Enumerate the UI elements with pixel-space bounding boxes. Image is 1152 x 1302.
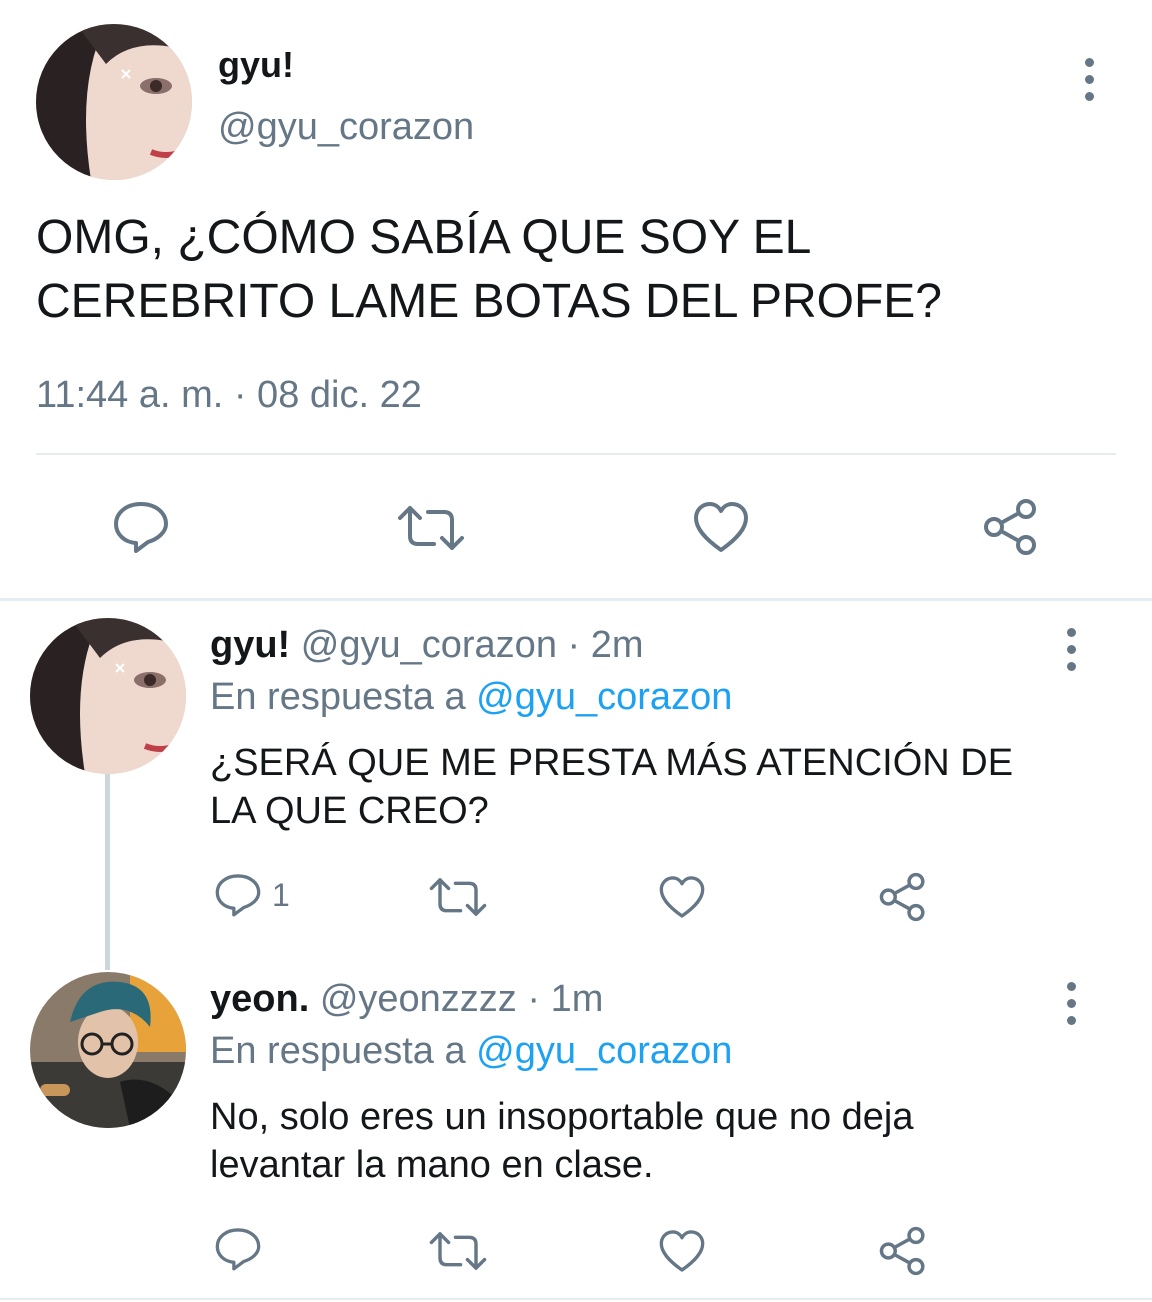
main-tweet-divider [36,453,1116,455]
reply1-more-icon[interactable] [1063,628,1079,671]
main-tweet-more-icon[interactable] [1081,58,1097,101]
main-reply-button[interactable] [112,500,170,554]
bottom-divider [0,1298,1152,1300]
share-nodes-icon [984,499,1036,555]
reply2-display-name[interactable]: yeon. [210,978,309,1020]
thread-connector-line [105,774,110,970]
reply2-text-line1: No, solo eres un insoportable que no dej… [210,1096,914,1138]
section-divider [0,598,1152,601]
reply1-display-name[interactable]: gyu! [210,624,290,666]
reply1-retweet-button[interactable] [428,876,488,918]
speech-bubble-icon [215,1228,261,1271]
reply1-like-button[interactable] [658,874,706,920]
reply2-avatar[interactable] [30,972,186,1128]
main-tweet-text-line1: OMG, ¿CÓMO SABÍA QUE SOY EL [36,211,812,264]
reply1-reply-prefix: En respuesta a [210,676,466,718]
main-share-button[interactable] [982,498,1040,556]
reply2-reply-button[interactable] [214,1226,272,1272]
share-nodes-icon [879,1226,925,1276]
reply1-header: gyu! @gyu_corazon · 2m [210,624,644,667]
reply1-in-reply-to: En respuesta a @gyu_corazon [210,676,732,719]
main-like-button[interactable] [692,500,750,554]
reply2-header: yeon. @yeonzzzz · 1m [210,978,603,1021]
heart-icon [659,1230,705,1272]
heart-icon [694,502,748,552]
reply1-text-line2: LA QUE CREO? [210,790,489,832]
reply2-handle[interactable]: @yeonzzzz [320,978,517,1020]
reply2-reply-prefix: En respuesta a [210,1030,466,1072]
main-tweet-avatar[interactable] [36,24,192,180]
retweet-arrows-icon [398,506,464,550]
reply1-handle[interactable]: @gyu_corazon [301,624,557,666]
main-retweet-button[interactable] [396,504,466,552]
reply1-reply-count: 1 [272,876,290,913]
reply1-avatar[interactable] [30,618,186,774]
main-tweet-display-name[interactable]: gyu! [218,44,294,86]
reply2-like-button[interactable] [658,1228,706,1274]
speech-bubble-icon [215,874,261,917]
reply1-text-line1: ¿SERÁ QUE ME PRESTA MÁS ATENCIÓN DE [210,742,1014,784]
heart-icon [659,876,705,918]
reply2-time[interactable]: · 1m [527,978,603,1020]
share-nodes-icon [879,872,925,922]
reply2-text-line2: levantar la mano en clase. [210,1144,654,1186]
speech-bubble-icon [114,502,168,553]
retweet-arrows-icon [429,1232,487,1270]
reply1-reply-to-link[interactable]: @gyu_corazon [476,676,732,718]
reply1-time[interactable]: · 2m [568,624,644,666]
main-tweet-timestamp[interactable]: 11:44 a. m. · 08 dic. 22 [36,374,422,417]
reply2-reply-to-link[interactable]: @gyu_corazon [476,1030,732,1072]
main-tweet-text-line2: CEREBRITO LAME BOTAS DEL PROFE? [36,275,942,328]
reply2-in-reply-to: En respuesta a @gyu_corazon [210,1030,732,1073]
reply1-share-button[interactable] [878,872,928,922]
reply2-share-button[interactable] [878,1226,928,1276]
reply1-reply-button[interactable]: 1 [214,872,290,918]
reply2-more-icon[interactable] [1063,982,1079,1025]
reply2-retweet-button[interactable] [428,1230,488,1272]
retweet-arrows-icon [429,878,487,916]
main-tweet-handle[interactable]: @gyu_corazon [218,106,474,149]
